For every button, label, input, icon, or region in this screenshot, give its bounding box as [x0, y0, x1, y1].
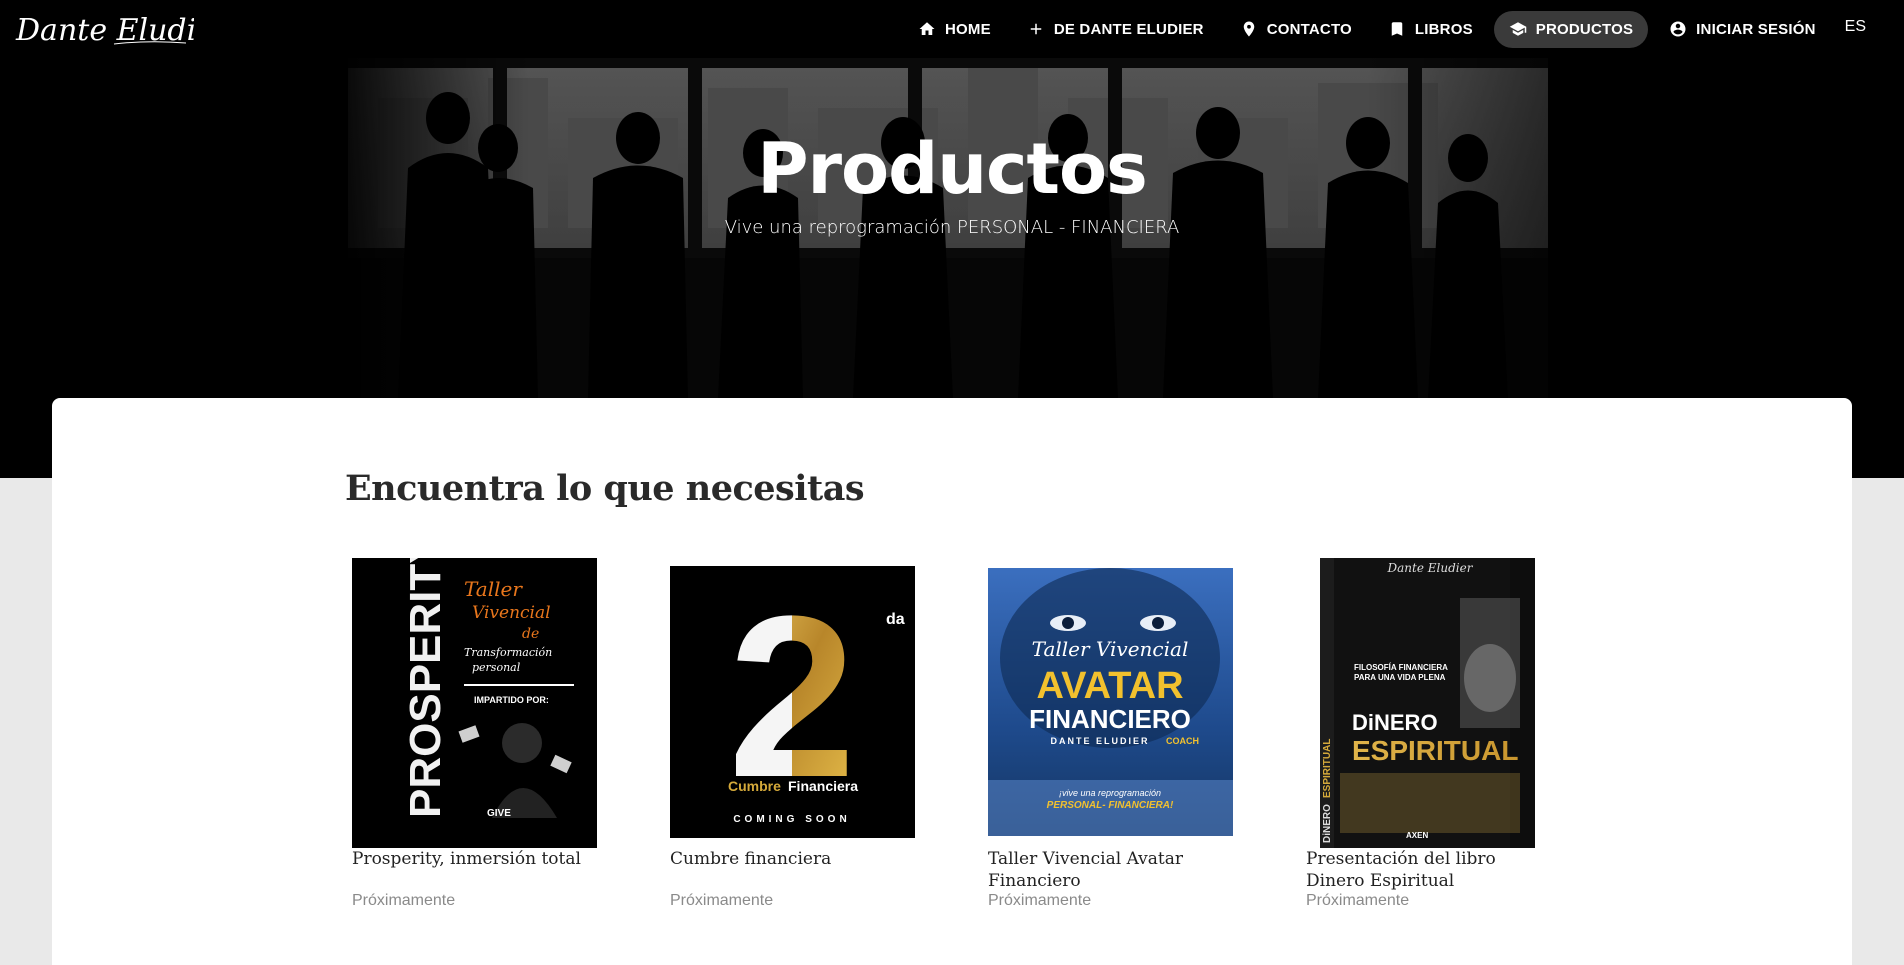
- nav-item-label: LIBROS: [1414, 20, 1473, 38]
- svg-text:PARA UNA VIDA PLENA: PARA UNA VIDA PLENA: [1354, 673, 1446, 682]
- main-nav: HOME DE DANTE ELUDIER CONTACTO LIBROS PR…: [903, 10, 1872, 48]
- nav-item-label: HOME: [945, 20, 991, 38]
- plus-icon: [1030, 23, 1042, 35]
- section-title: Encuentra lo que necesitas: [345, 468, 865, 509]
- svg-text:DANTE ELUDIER: DANTE ELUDIER: [1050, 736, 1149, 746]
- home-icon: [919, 22, 935, 35]
- product-status: Próximamente: [988, 892, 1092, 909]
- nav-item-home[interactable]: HOME: [903, 11, 1006, 48]
- svg-text:AVATAR: AVATAR: [1036, 665, 1183, 707]
- svg-text:Financiera: Financiera: [788, 778, 858, 794]
- svg-text:ESPIRITUAL: ESPIRITUAL: [1352, 735, 1518, 766]
- svg-text:PROSPERITY: PROSPERITY: [401, 558, 450, 818]
- nav-item-about[interactable]: DE DANTE ELUDIER: [1012, 11, 1219, 48]
- product-status: Próximamente: [670, 892, 774, 909]
- product-status: Próximamente: [1306, 892, 1410, 909]
- nav-item-contact[interactable]: CONTACTO: [1225, 11, 1367, 48]
- page-title: Productos: [757, 128, 1148, 210]
- product-name[interactable]: Prosperity, inmersión total: [352, 848, 602, 870]
- svg-text:personal: personal: [472, 661, 521, 674]
- nav-item-login[interactable]: INICIAR SESIÓN: [1654, 11, 1830, 48]
- svg-text:Dante Eludier: Dante Eludier: [1387, 561, 1474, 575]
- svg-text:Dante Eludier: Dante Eludier: [15, 13, 194, 48]
- product-name[interactable]: Cumbre financiera: [670, 848, 920, 870]
- svg-text:Taller: Taller: [464, 577, 523, 601]
- svg-text:Cumbre: Cumbre: [728, 778, 781, 794]
- top-navbar: Dante Eludier HOME DE DANTE ELUDIER CONT…: [0, 0, 1904, 58]
- svg-text:DiNERO: DiNERO: [1322, 804, 1333, 843]
- svg-text:FINANCIERO: FINANCIERO: [1029, 704, 1191, 734]
- product-cover-image[interactable]: PROSPERITY Taller Vivencial de Transform…: [352, 558, 597, 848]
- bookmark-icon: [1391, 22, 1403, 36]
- svg-text:de: de: [522, 626, 539, 642]
- svg-text:Transformación: Transformación: [464, 646, 552, 659]
- svg-text:¡vive una reprogramación: ¡vive una reprogramación: [1059, 788, 1161, 798]
- svg-text:GIVE: GIVE: [487, 808, 511, 819]
- svg-text:COACH: COACH: [1166, 736, 1199, 746]
- svg-text:Taller Vivencial: Taller Vivencial: [1032, 637, 1189, 661]
- brand-logo-signature: Dante Eludier: [15, 13, 230, 48]
- svg-text:da: da: [886, 611, 905, 628]
- svg-text:COMING SOON: COMING SOON: [733, 814, 850, 825]
- svg-text:AXEN: AXEN: [1406, 831, 1428, 840]
- svg-text:PERSONAL- FINANCIERA!: PERSONAL- FINANCIERA!: [1047, 800, 1174, 811]
- page: Dante Eludier HOME DE DANTE ELUDIER CONT…: [0, 0, 1904, 965]
- brand-logo[interactable]: Dante Eludier: [14, 10, 230, 56]
- nav-item-products[interactable]: PRODUCTOS: [1493, 10, 1649, 48]
- svg-text:DiNERO: DiNERO: [1352, 710, 1438, 735]
- nav-item-books[interactable]: LIBROS: [1373, 11, 1488, 48]
- language-selector[interactable]: ES: [1837, 18, 1872, 36]
- svg-text:FILOSOFÍA FINANCIERA: FILOSOFÍA FINANCIERA: [1354, 663, 1448, 672]
- nav-item-label: CONTACTO: [1266, 20, 1352, 38]
- account-circle-icon: [1670, 21, 1686, 37]
- location-pin-icon: [1243, 21, 1254, 37]
- graduation-cap-icon: [1509, 22, 1527, 36]
- product-cover-image[interactable]: 2 2 da Cumbre Financiera COMING SOON: [670, 566, 915, 838]
- product-status: Próximamente: [352, 892, 456, 909]
- page-subtitle: Vive una reprogramación PERSONAL - FINAN…: [724, 217, 1180, 238]
- product-cover-image[interactable]: Dante Eludier FILOSOFÍA FINANCIERA PARA …: [1320, 558, 1535, 848]
- products-card: Encuentra lo que necesitas PROSPERITY Ta…: [52, 398, 1852, 965]
- svg-text:ESPIRITUAL: ESPIRITUAL: [1322, 739, 1333, 798]
- product-name[interactable]: Presentación del libro Dinero Espiritual: [1306, 848, 1556, 892]
- svg-text:Vivencial: Vivencial: [472, 603, 551, 623]
- product-name[interactable]: Taller Vivencial Avatar Financiero: [988, 848, 1238, 892]
- product-cover-image[interactable]: Taller Vivencial AVATAR FINANCIERO DANTE…: [988, 568, 1233, 836]
- nav-item-label: DE DANTE ELUDIER: [1053, 20, 1204, 38]
- nav-item-label: PRODUCTOS: [1535, 20, 1634, 38]
- nav-item-label: INICIAR SESIÓN: [1696, 20, 1816, 38]
- svg-text:IMPARTIDO POR:: IMPARTIDO POR:: [474, 695, 549, 705]
